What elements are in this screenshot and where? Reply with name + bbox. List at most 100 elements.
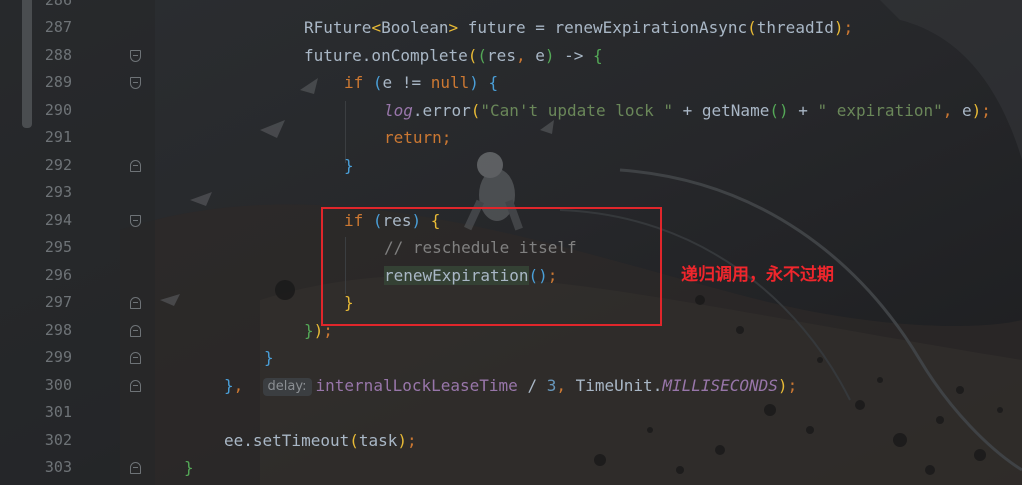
code-token: " expiration": [817, 101, 943, 120]
code-token: threadId: [756, 18, 834, 37]
code-token: (: [477, 46, 488, 65]
line-number: 301: [44, 403, 72, 421]
line-number: 294: [44, 211, 72, 229]
code-text: }: [184, 454, 194, 481]
code-token: (: [372, 73, 383, 92]
code-token: ;: [787, 376, 798, 395]
code-token: ,: [233, 376, 263, 395]
code-line[interactable]: 292}: [0, 152, 1022, 179]
code-line[interactable]: 286: [0, 0, 1022, 14]
code-token: e !=: [382, 73, 431, 92]
code-token: e: [535, 46, 545, 65]
code-token: ,: [515, 46, 536, 65]
code-token: Boolean: [381, 18, 449, 37]
code-token: null: [430, 73, 470, 92]
line-number: 289: [44, 73, 72, 91]
code-token: .error: [412, 101, 471, 120]
code-line[interactable]: 301: [0, 399, 1022, 426]
code-token: >: [448, 18, 459, 37]
code-token: /: [517, 376, 547, 395]
code-token: ): [469, 73, 479, 92]
code-line[interactable]: 293: [0, 179, 1022, 206]
code-line[interactable]: 302 ee.setTimeout(task);: [0, 427, 1022, 454]
line-number: 287: [44, 18, 72, 36]
fold-marker-icon[interactable]: [130, 352, 141, 364]
code-line[interactable]: 291 return;: [0, 124, 1022, 151]
code-token: ;: [981, 101, 991, 120]
code-token: MILLISECONDS: [662, 376, 778, 395]
code-token: <: [371, 18, 382, 37]
code-token: future.onComplete: [304, 46, 468, 65]
code-token: return;: [384, 128, 452, 147]
fold-marker-icon[interactable]: [130, 215, 141, 227]
line-number: 298: [44, 321, 72, 339]
line-number: 291: [44, 128, 72, 146]
code-token: (: [467, 46, 478, 65]
line-number: 290: [44, 101, 72, 119]
parameter-hint: delay:: [262, 378, 312, 396]
code-text: log.error("Can't update lock " + getName…: [384, 97, 991, 124]
code-token: ): [544, 46, 555, 65]
code-token: {: [478, 73, 499, 92]
code-token: future = renewExpirationAsync: [458, 18, 748, 37]
code-line[interactable]: 287 RFuture<Boolean> future = renewExpira…: [0, 14, 1022, 41]
code-token: + getName: [673, 101, 770, 120]
fold-marker-icon[interactable]: [130, 380, 141, 392]
code-token: (): [769, 101, 789, 120]
code-token: ee.setTimeout: [224, 431, 350, 450]
code-token: ): [397, 431, 408, 450]
code-token: }: [304, 321, 314, 340]
code-token: task: [358, 431, 398, 450]
code-token: ;: [843, 18, 854, 37]
line-number: 296: [44, 266, 72, 284]
fold-marker-icon[interactable]: [130, 160, 141, 172]
fold-marker-icon[interactable]: [130, 297, 141, 309]
line-number: 292: [44, 156, 72, 174]
code-line[interactable]: 300 }, delay: internalLockLeaseTime / 3, T…: [0, 372, 1022, 399]
code-token: "Can't update lock ": [480, 101, 673, 120]
code-token: log: [384, 101, 413, 120]
code-line[interactable]: 290 log.error("Can't update lock " + getN…: [0, 97, 1022, 124]
line-number: 300: [44, 376, 72, 394]
code-token: RFuture: [304, 18, 372, 37]
code-token: +: [788, 101, 818, 120]
code-token: }: [264, 348, 274, 367]
code-line[interactable]: 289 if (e != null) {: [0, 69, 1022, 96]
line-number: 297: [44, 293, 72, 311]
code-token: ,: [942, 101, 962, 120]
code-token: }: [184, 458, 194, 477]
code-token: if: [344, 73, 373, 92]
fold-marker-icon[interactable]: [130, 77, 141, 89]
code-token: ;: [407, 431, 417, 450]
line-number: 288: [44, 46, 72, 64]
code-line[interactable]: 303}: [0, 454, 1022, 481]
code-token: ): [777, 376, 788, 395]
code-line[interactable]: 299}: [0, 344, 1022, 371]
code-token: 3: [546, 376, 557, 395]
code-token: internalLockLeaseTime: [315, 376, 518, 395]
code-text: ee.setTimeout(task);: [224, 427, 417, 454]
code-token: ->: [554, 46, 594, 65]
code-token: (: [349, 431, 359, 450]
code-token: e: [962, 101, 972, 120]
code-token: res: [487, 46, 516, 65]
line-number: 286: [44, 0, 72, 9]
line-number: 302: [44, 431, 72, 449]
code-text: if (e != null) {: [344, 69, 498, 96]
code-text: RFuture<Boolean> future = renewExpiratio…: [304, 14, 853, 41]
code-token: ,: [556, 376, 576, 395]
code-token: }: [224, 376, 234, 395]
fold-marker-icon[interactable]: [130, 325, 141, 337]
code-text: }, delay: internalLockLeaseTime / 3, Time…: [224, 372, 797, 399]
code-line[interactable]: 288 future.onComplete((res, e) -> {: [0, 42, 1022, 69]
line-number: 295: [44, 238, 72, 256]
code-text: return;: [384, 124, 451, 151]
fold-marker-icon[interactable]: [130, 50, 141, 62]
code-text: }: [264, 344, 274, 371]
code-token: ): [971, 101, 982, 120]
fold-marker-icon[interactable]: [130, 462, 141, 474]
line-number: 293: [44, 183, 72, 201]
code-token: (: [470, 101, 481, 120]
code-token: (: [747, 18, 757, 37]
line-number: 299: [44, 348, 72, 366]
